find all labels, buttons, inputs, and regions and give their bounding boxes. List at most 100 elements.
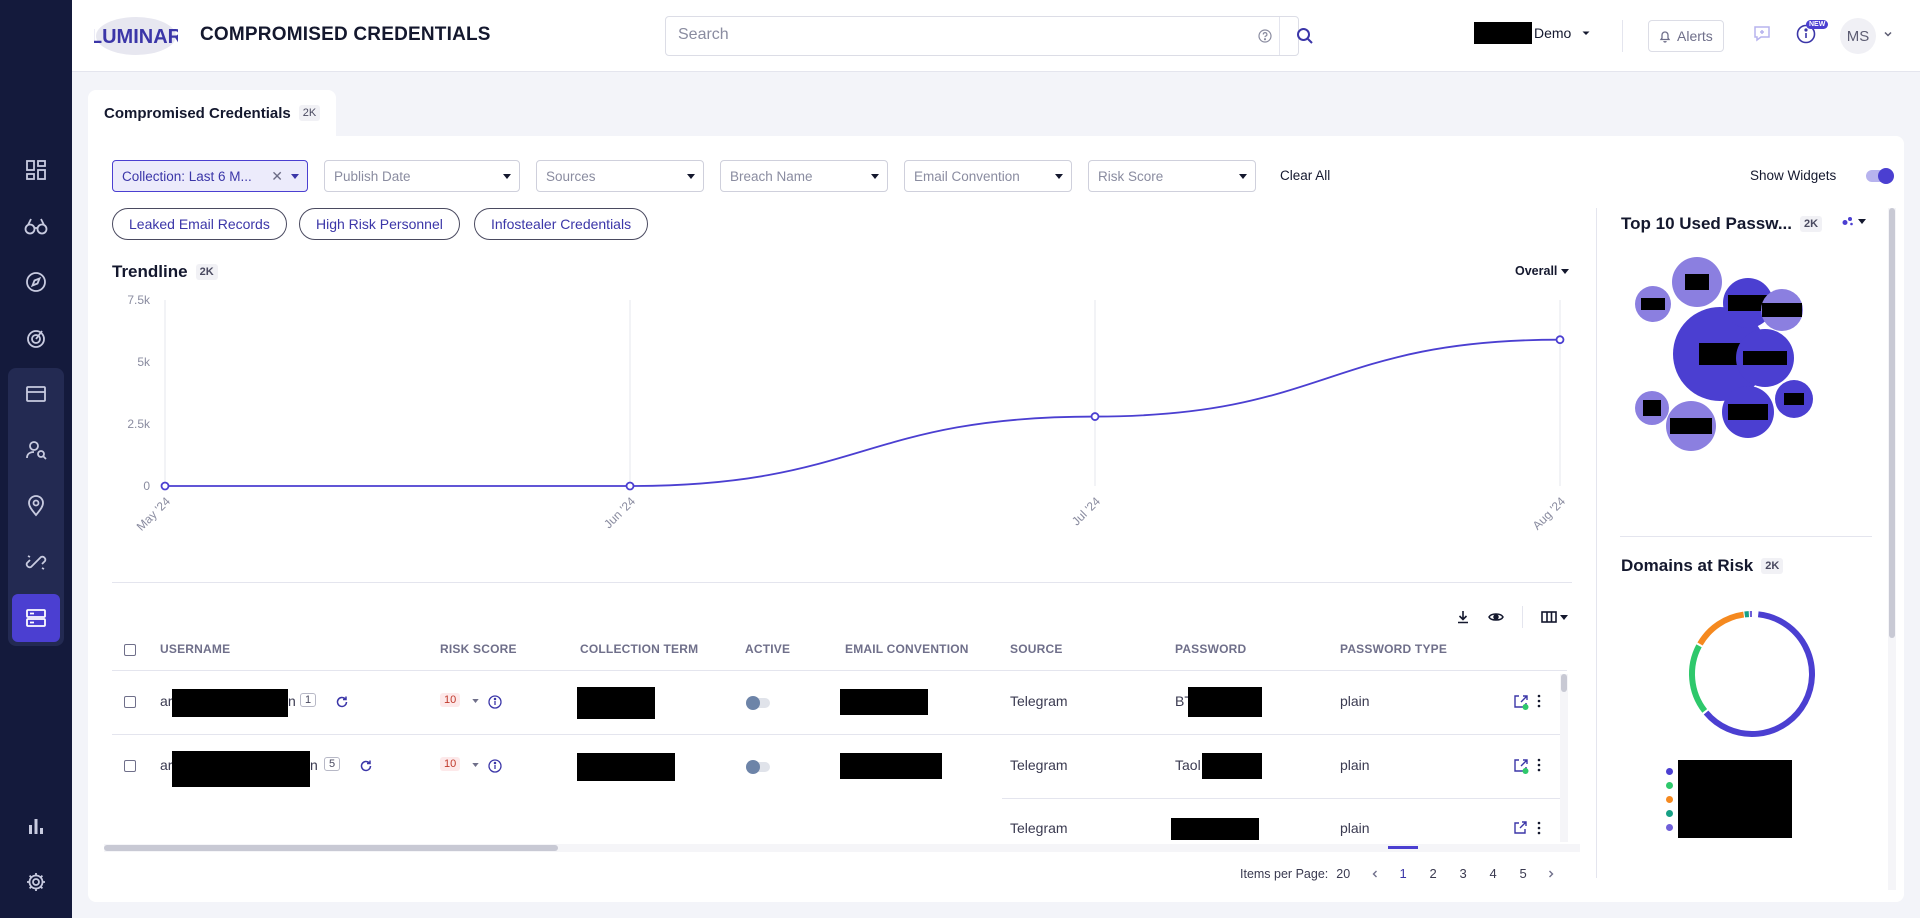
message-plus-icon[interactable] xyxy=(1752,24,1772,44)
show-widgets-toggle[interactable] xyxy=(1866,168,1894,184)
column-header-risk-score[interactable]: RISK SCORE xyxy=(440,642,517,656)
scroll-thumb[interactable] xyxy=(1561,674,1567,692)
download-icon[interactable] xyxy=(1456,610,1470,624)
open-external-icon[interactable] xyxy=(1512,820,1528,836)
refresh-icon[interactable] xyxy=(359,759,373,773)
search-icon[interactable] xyxy=(1296,27,1314,45)
more-vertical-icon[interactable] xyxy=(1536,757,1542,773)
open-external-verified-icon[interactable] xyxy=(1512,693,1530,711)
table-row[interactable]: ar n 5 10 Telegram Taol plain xyxy=(112,734,1567,798)
page-4[interactable]: 4 xyxy=(1478,866,1508,881)
radar-icon xyxy=(27,330,45,348)
chevron-down-icon[interactable] xyxy=(1882,28,1894,40)
sidebar-item-links[interactable] xyxy=(12,538,60,586)
items-per-page-value[interactable]: 20 xyxy=(1336,867,1350,881)
user-avatar[interactable]: MS xyxy=(1840,18,1876,54)
caret-down-icon xyxy=(1560,614,1568,620)
more-vertical-icon[interactable] xyxy=(1536,693,1542,709)
database-list-icon xyxy=(26,609,46,627)
info-circle-icon[interactable] xyxy=(488,759,502,773)
table-horizontal-scrollbar[interactable] xyxy=(104,844,1580,852)
chevron-right-icon[interactable] xyxy=(1546,869,1556,879)
open-external-verified-icon[interactable] xyxy=(1512,757,1530,775)
clear-filter-icon[interactable]: ✕ xyxy=(271,168,283,185)
tenant-selector[interactable]: Demo xyxy=(1474,22,1593,44)
page-2[interactable]: 2 xyxy=(1418,866,1448,881)
caret-down-icon[interactable] xyxy=(472,763,479,767)
filter-risk-score[interactable]: Risk Score xyxy=(1088,160,1256,192)
widget-separator xyxy=(1620,536,1872,537)
filter-sources[interactable]: Sources xyxy=(536,160,704,192)
table-row[interactable]: ar n 1 10 Telegram BT plain xyxy=(112,670,1567,734)
row-checkbox[interactable] xyxy=(124,760,136,772)
donut-segment[interactable] xyxy=(1703,611,1815,737)
redacted-email-convention xyxy=(840,753,942,779)
alerts-button[interactable]: Alerts xyxy=(1648,20,1724,52)
sidebar-item-explore[interactable] xyxy=(12,202,60,250)
columns-selector[interactable] xyxy=(1541,611,1568,623)
widgets-scrollbar[interactable] xyxy=(1888,208,1896,890)
help-circle-icon[interactable] xyxy=(1258,29,1272,43)
row-divider xyxy=(1002,798,1567,799)
sidebar-item-cards[interactable] xyxy=(12,370,60,418)
domains-at-risk-title-text: Domains at Risk xyxy=(1621,556,1754,575)
redacted-password-label xyxy=(1762,303,1802,317)
legend-dot xyxy=(1666,810,1673,817)
redacted-password-label xyxy=(1685,274,1709,290)
column-header-password-type[interactable]: PASSWORD TYPE xyxy=(1340,642,1447,656)
row-checkbox[interactable] xyxy=(124,696,136,708)
column-header-collection-term[interactable]: COLLECTION TERM xyxy=(580,642,698,656)
active-toggle[interactable] xyxy=(746,760,770,774)
sidebar-item-reports[interactable] xyxy=(12,802,60,850)
chart-divider xyxy=(112,582,1572,583)
chevron-left-icon[interactable] xyxy=(1370,869,1380,879)
column-header-email-convention[interactable]: EMAIL CONVENTION xyxy=(845,642,969,656)
active-toggle[interactable] xyxy=(746,696,770,710)
quick-filter-leaked-email-records[interactable]: Leaked Email Records xyxy=(112,208,287,240)
column-header-active[interactable]: ACTIVE xyxy=(745,642,790,656)
donut-segment[interactable] xyxy=(1697,611,1745,646)
eye-icon[interactable] xyxy=(1488,611,1504,623)
filter-breach-name[interactable]: Breach Name xyxy=(720,160,888,192)
scroll-thumb[interactable] xyxy=(104,845,558,851)
sidebar-item-dashboard[interactable] xyxy=(12,146,60,194)
page-3[interactable]: 3 xyxy=(1448,866,1478,881)
column-header-password[interactable]: PASSWORD xyxy=(1175,642,1246,656)
sidebar-item-settings[interactable] xyxy=(12,858,60,906)
search-input[interactable] xyxy=(678,26,1218,44)
table-row[interactable]: Telegram plain xyxy=(112,798,1567,850)
caret-down-icon[interactable] xyxy=(472,699,479,703)
password-type-value: plain xyxy=(1340,757,1370,773)
column-header-username[interactable]: USERNAME xyxy=(160,642,230,656)
donut-segment[interactable] xyxy=(1689,644,1708,713)
tab-compromised-credentials[interactable]: Compromised Credentials 2K xyxy=(88,90,337,136)
page-5[interactable]: 5 xyxy=(1508,866,1538,881)
info-circle-icon[interactable] xyxy=(488,695,502,709)
top-passwords-chart-type-selector[interactable] xyxy=(1842,216,1866,226)
filter-publish-date[interactable]: Publish Date xyxy=(324,160,520,192)
filter-collection[interactable]: Collection: Last 6 M... ✕ xyxy=(112,160,308,192)
trendline-view-selector[interactable]: Overall xyxy=(1515,264,1570,278)
quick-filter-infostealer-credentials[interactable]: Infostealer Credentials xyxy=(474,208,649,240)
top-header: LUMINAR COMPROMISED CREDENTIALS Demo Ale… xyxy=(72,0,1920,72)
filter-email-convention[interactable]: Email Convention xyxy=(904,160,1072,192)
quick-filter-high-risk-personnel[interactable]: High Risk Personnel xyxy=(299,208,460,240)
sidebar-item-discover[interactable] xyxy=(12,258,60,306)
scroll-thumb[interactable] xyxy=(1889,208,1895,638)
sidebar-item-compromised-credentials[interactable] xyxy=(12,594,60,642)
sidebar-item-personnel[interactable] xyxy=(12,426,60,474)
redacted-password xyxy=(1188,687,1262,717)
select-all-checkbox[interactable] xyxy=(124,644,136,656)
page-1[interactable]: 1 xyxy=(1388,846,1419,881)
more-vertical-icon[interactable] xyxy=(1536,820,1542,836)
sidebar-item-monitor[interactable] xyxy=(12,314,60,362)
refresh-icon[interactable] xyxy=(335,695,349,709)
column-header-source[interactable]: SOURCE xyxy=(1010,642,1063,656)
table-vertical-scrollbar[interactable] xyxy=(1560,674,1568,842)
sidebar-item-locations[interactable] xyxy=(12,482,60,530)
redacted-password-label xyxy=(1699,343,1741,365)
table-toolbar xyxy=(1456,606,1568,628)
clear-all-link[interactable]: Clear All xyxy=(1280,168,1330,183)
password-type-value: plain xyxy=(1340,820,1370,836)
luminar-logo[interactable]: LUMINAR xyxy=(90,16,183,56)
